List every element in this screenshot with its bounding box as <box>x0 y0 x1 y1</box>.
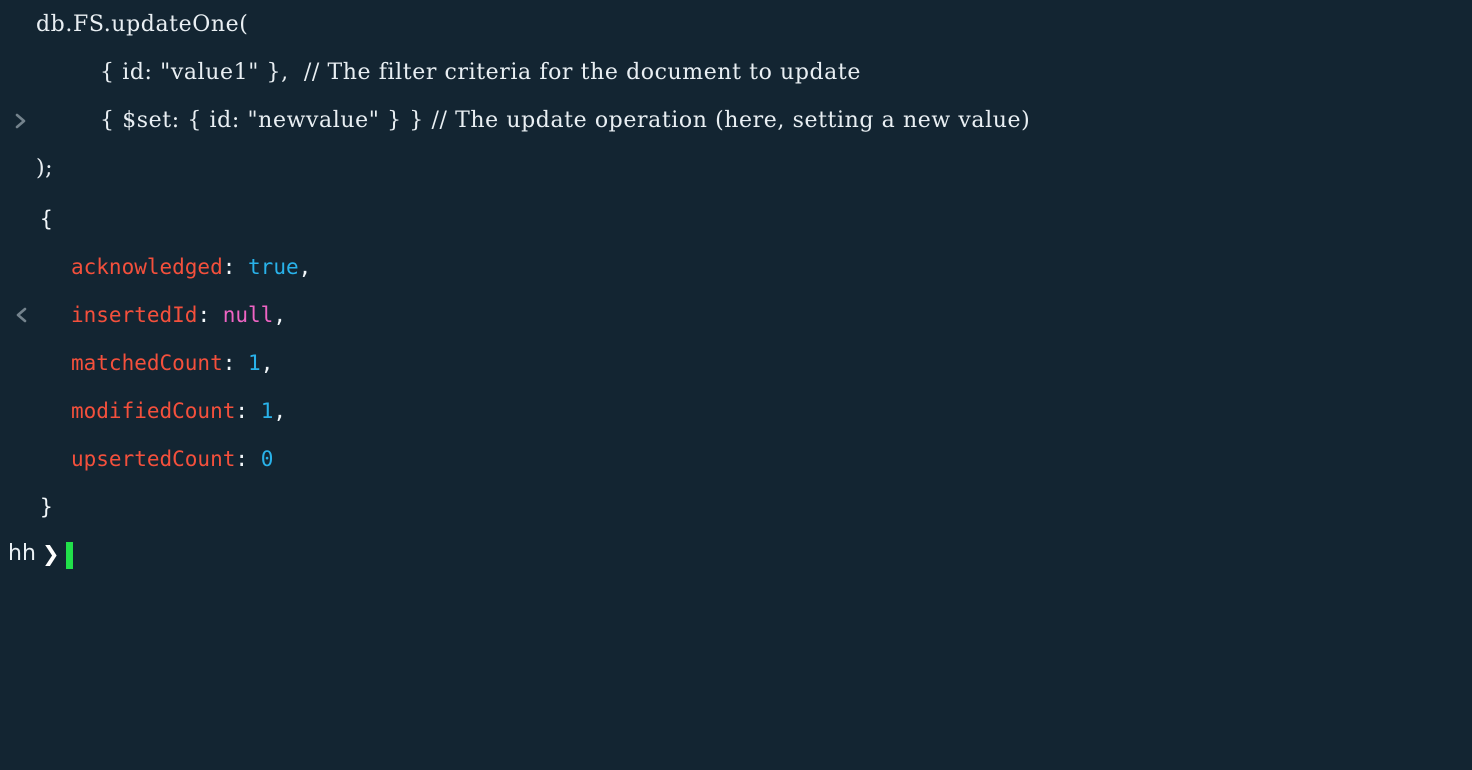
shell-prompt[interactable]: hh ❯ <box>0 530 1472 578</box>
result-field-upsertedcount: upsertedCount: 0 <box>71 435 273 483</box>
result-comma: , <box>273 399 286 423</box>
text-cursor[interactable] <box>66 542 73 569</box>
result-comma: , <box>273 303 286 327</box>
result-key: modifiedCount <box>71 399 236 423</box>
result-value: 1 <box>248 351 261 375</box>
chevron-left-icon <box>10 195 32 323</box>
result-field-row: insertedId: null, <box>0 291 1472 339</box>
result-line-close: } <box>0 483 1472 531</box>
prompt-hostname: hh <box>8 541 36 566</box>
result-colon: : <box>222 351 236 375</box>
result-colon: : <box>235 447 249 471</box>
result-close-brace: } <box>40 495 53 519</box>
result-comma: , <box>260 351 274 375</box>
result-key: matchedCount <box>71 351 223 375</box>
result-key: upsertedCount <box>71 447 236 471</box>
prompt-chevron-icon: ❯ <box>42 542 60 566</box>
command-text-1: db.FS.updateOne( <box>36 12 249 37</box>
result-field-row: matchedCount: 1, <box>0 339 1472 387</box>
result-value: true <box>248 255 299 279</box>
result-open-brace: { <box>40 207 53 231</box>
result-field-row: modifiedCount: 1, <box>0 387 1472 435</box>
result-value: 0 <box>260 447 274 471</box>
result-field-matchedcount: matchedCount: 1, <box>71 339 273 387</box>
result-value: 1 <box>260 399 274 423</box>
command-line-1: db.FS.updateOne( <box>0 1 1472 129</box>
result-colon: : <box>197 303 211 327</box>
result-field-row: acknowledged: true, <box>0 243 1472 291</box>
chevron-right-icon <box>10 1 32 129</box>
command-line-4: ); <box>0 145 1472 193</box>
result-line-open: { <box>0 195 1472 323</box>
command-text-3: { $set: { id: "newvalue" } } // The upda… <box>100 108 1031 133</box>
result-field-row: upsertedCount: 0 <box>0 435 1472 483</box>
command-line-2: { id: "value1" }, // The filter criteria… <box>0 49 1472 97</box>
result-colon: : <box>235 399 249 423</box>
terminal-window[interactable]: db.FS.updateOne( { id: "value1" }, // Th… <box>0 0 1472 580</box>
command-text-2: { id: "value1" }, // The filter criteria… <box>100 60 861 85</box>
command-text-4: ); <box>36 156 54 181</box>
result-field-acknowledged: acknowledged: true, <box>71 243 311 291</box>
result-colon: : <box>222 255 236 279</box>
result-field-insertedid: insertedId: null, <box>71 291 286 339</box>
result-field-modifiedcount: modifiedCount: 1, <box>71 387 286 435</box>
result-value: null <box>222 303 274 327</box>
result-comma: , <box>298 255 312 279</box>
command-line-3: { $set: { id: "newvalue" } } // The upda… <box>0 97 1472 145</box>
result-key: insertedId <box>71 303 198 327</box>
result-key: acknowledged <box>71 255 223 279</box>
